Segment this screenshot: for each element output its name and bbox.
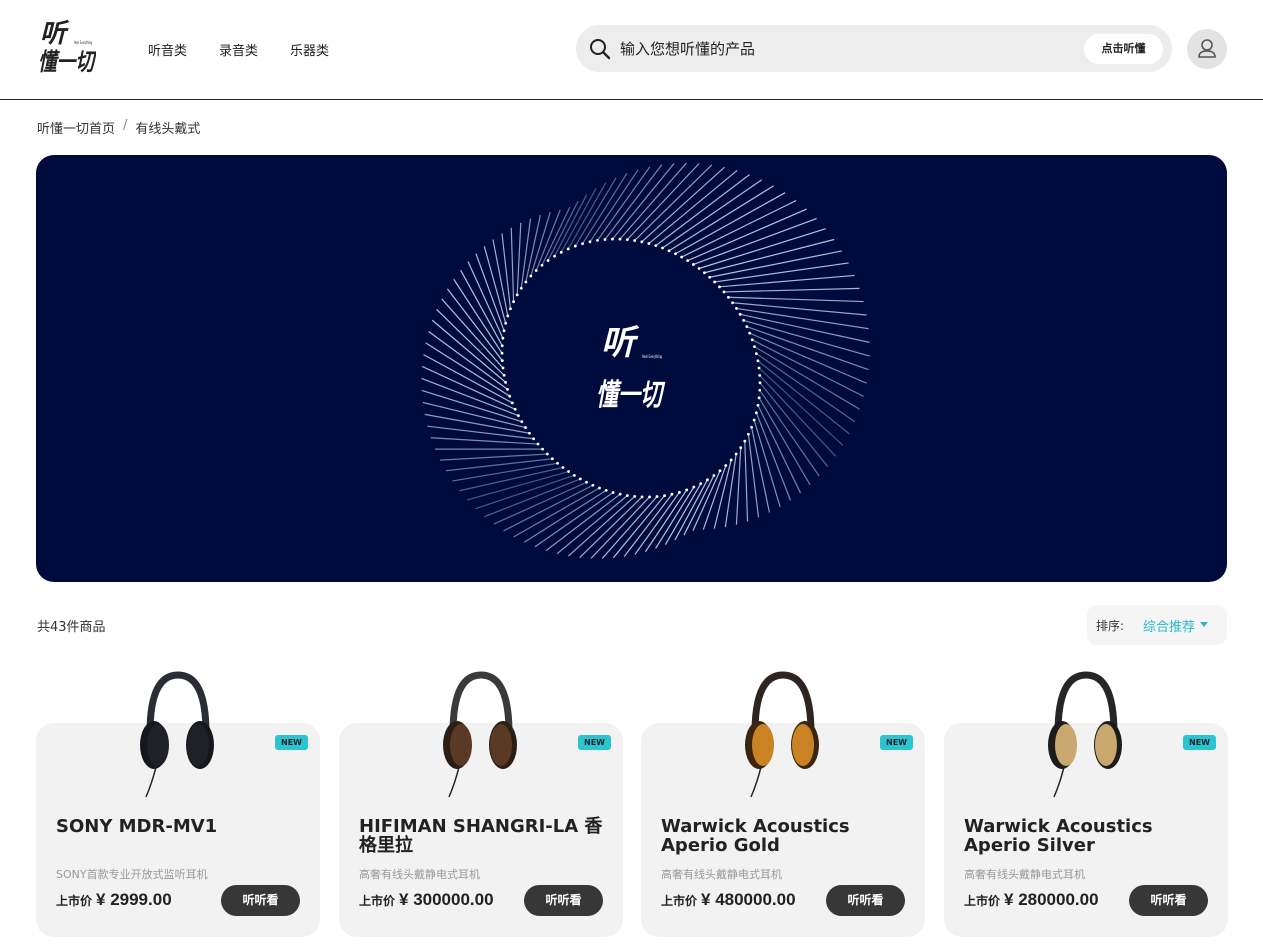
- price-value: ¥ 2999.00: [96, 890, 172, 909]
- breadcrumb: 听懂一切首页 / 有线头戴式: [37, 118, 200, 137]
- price-value: ¥ 480000.00: [701, 890, 796, 909]
- banner-graphic: 听 懂一切 Hear Everything: [421, 162, 870, 559]
- breadcrumb-current: 有线头戴式: [135, 122, 201, 137]
- breadcrumb-home[interactable]: 听懂一切首页: [37, 118, 115, 137]
- chevron-down-icon: [1200, 622, 1208, 627]
- price-label: 上市价: [56, 894, 93, 908]
- radial-lines-graphic: [421, 162, 870, 559]
- banner-logo-top: 听: [601, 323, 640, 363]
- sort-dropdown[interactable]: 排序: 综合推荐: [1087, 605, 1227, 645]
- product-description: 高奢有线头戴静电式耳机: [359, 868, 480, 881]
- product-name[interactable]: Warwick Acoustics Aperio Gold: [661, 817, 911, 855]
- product-description: 高奢有线头戴静电式耳机: [661, 868, 782, 881]
- headphones-icon[interactable]: [1036, 667, 1136, 799]
- listen-button[interactable]: 听听看: [826, 885, 905, 916]
- logo-chars-bottom: 懂一切: [38, 48, 96, 76]
- nav-item-instruments[interactable]: 乐器类: [290, 40, 329, 59]
- search-icon[interactable]: [588, 37, 612, 61]
- breadcrumb-separator: /: [123, 118, 128, 133]
- search-input[interactable]: [620, 35, 1040, 63]
- headphones-icon[interactable]: [431, 667, 531, 799]
- product-name[interactable]: SONY MDR-MV1: [56, 817, 306, 836]
- new-badge: NEW: [1183, 735, 1216, 750]
- new-badge: NEW: [275, 735, 308, 750]
- price-label: 上市价: [661, 894, 698, 908]
- search-bar: 点击听懂: [576, 25, 1172, 72]
- price-label: 上市价: [964, 894, 1001, 908]
- nav-item-recording[interactable]: 录音类: [219, 40, 258, 59]
- user-avatar[interactable]: [1187, 29, 1227, 69]
- main-nav: 听音类 录音类 乐器类: [148, 40, 329, 59]
- listen-button[interactable]: 听听看: [524, 885, 603, 916]
- product-card[interactable]: NEW Warwick Acoustics Aperio Gold 高奢有线头戴…: [641, 671, 925, 937]
- product-card[interactable]: NEW Warwick Acoustics Aperio Silver 高奢有线…: [944, 671, 1228, 937]
- product-price: 上市价 ¥ 280000.00: [964, 890, 1099, 910]
- sort-label: 排序:: [1096, 619, 1125, 633]
- sort-value[interactable]: 综合推荐: [1143, 616, 1195, 635]
- nav-item-listening[interactable]: 听音类: [148, 40, 187, 59]
- product-price: 上市价 ¥ 2999.00: [56, 890, 172, 910]
- logo-small-text: Hear Everything: [74, 40, 92, 45]
- hero-banner: 听 懂一切 Hear Everything: [36, 155, 1227, 582]
- search-button[interactable]: 点击听懂: [1084, 34, 1163, 64]
- site-header: 听 懂一切 Hear Everything 听音类 录音类 乐器类 点击听懂: [0, 0, 1263, 100]
- product-description: SONY首款专业开放式监听耳机: [56, 868, 208, 881]
- product-price: 上市价 ¥ 300000.00: [359, 890, 494, 910]
- price-value: ¥ 280000.00: [1004, 890, 1099, 909]
- product-description: 高奢有线头戴静电式耳机: [964, 868, 1085, 881]
- headphones-icon[interactable]: [733, 667, 833, 799]
- listen-button[interactable]: 听听看: [221, 885, 300, 916]
- new-badge: NEW: [578, 735, 611, 750]
- logo-char-top: 听: [40, 19, 70, 49]
- user-icon: [1198, 39, 1216, 58]
- banner-logo-small: Hear Everything: [642, 354, 662, 359]
- price-label: 上市价: [359, 894, 396, 908]
- product-price: 上市价 ¥ 480000.00: [661, 890, 796, 910]
- brand-logo[interactable]: 听 懂一切 Hear Everything: [36, 14, 96, 86]
- product-name[interactable]: HIFIMAN SHANGRI-LA 香格里拉: [359, 817, 609, 855]
- results-count: 共43件商品: [37, 620, 106, 635]
- product-name[interactable]: Warwick Acoustics Aperio Silver: [964, 817, 1214, 855]
- price-value: ¥ 300000.00: [399, 890, 494, 909]
- banner-logo-bottom: 懂一切: [596, 378, 666, 413]
- product-card[interactable]: NEW SONY MDR-MV1 SONY首款专业开放式监听耳机 上市价 ¥ 2…: [36, 671, 320, 937]
- headphones-icon[interactable]: [128, 667, 228, 799]
- listen-button[interactable]: 听听看: [1129, 885, 1208, 916]
- product-card[interactable]: NEW HIFIMAN SHANGRI-LA 香格里拉 高奢有线头戴静电式耳机 …: [339, 671, 623, 937]
- new-badge: NEW: [880, 735, 913, 750]
